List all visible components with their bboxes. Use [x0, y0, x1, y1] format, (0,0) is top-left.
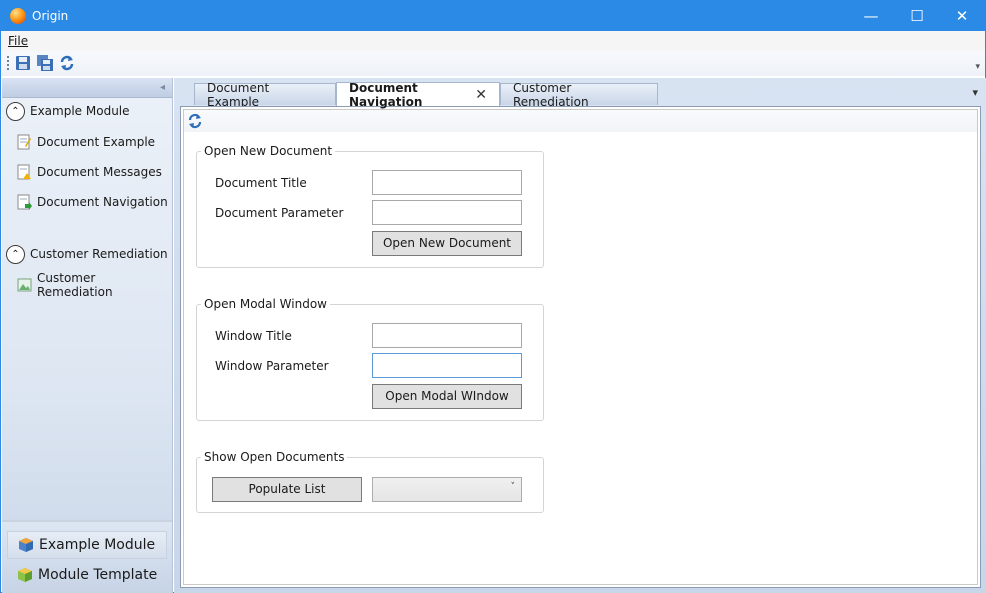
open-modal-window-button[interactable]: Open Modal WIndow — [372, 384, 522, 409]
tab-customer-remediation[interactable]: Customer Remediation — [500, 81, 658, 109]
title-bar: Origin — ☐ ✕ — [1, 1, 985, 31]
close-button[interactable]: ✕ — [939, 1, 985, 31]
document-area: Document Example Document Navigation ✕ C… — [174, 78, 986, 593]
menu-file[interactable]: File — [8, 34, 28, 48]
sidebar-item-document-example[interactable]: Document Example — [17, 133, 155, 151]
tab-label: Document Navigation — [349, 80, 423, 109]
module-switcher: Example Module Module Template — [2, 520, 172, 593]
save-icon[interactable] — [14, 54, 32, 72]
app-window: Origin — ☐ ✕ File ▾ ◂ ⌃ Example Module D… — [0, 0, 986, 593]
document-panel: Open New Document Document Title Documen… — [180, 106, 981, 588]
tab-label: Document Example — [207, 80, 270, 109]
collapse-sidebar-icon[interactable]: ◂ — [160, 82, 165, 93]
tab-overflow-icon[interactable]: ▾ — [972, 86, 978, 99]
refresh-icon[interactable] — [58, 54, 76, 72]
window-parameter-label: Window Parameter — [215, 359, 329, 373]
group-label: Example Module — [30, 104, 130, 118]
document-edit-icon — [17, 134, 32, 150]
module-module-template[interactable]: Module Template — [7, 561, 167, 589]
sidebar-item-label: Customer Remediation — [37, 271, 113, 299]
sidebar-item-label: Document Navigation — [37, 195, 168, 209]
sidebar-item-document-navigation[interactable]: Document Navigation — [17, 193, 168, 211]
window-title: Origin — [32, 9, 69, 23]
module-example-module[interactable]: Example Module — [7, 531, 167, 559]
sidebar-item-label: Document Messages — [37, 165, 162, 179]
toolbar-overflow-icon[interactable]: ▾ — [975, 62, 980, 72]
cube-blue-icon — [18, 537, 34, 553]
main-toolbar: ▾ — [1, 51, 985, 76]
document-title-input[interactable] — [372, 170, 522, 195]
sidebar-header: ◂ — [2, 78, 172, 98]
toolbar-grip[interactable] — [7, 56, 9, 70]
chevron-up-icon[interactable]: ⌃ — [6, 244, 25, 264]
sidebar: ◂ ⌃ Example Module Document Example Docu… — [2, 78, 173, 593]
group-legend: Open New Document — [204, 144, 333, 158]
close-tab-icon[interactable]: ✕ — [475, 87, 487, 103]
document-content: Open New Document Document Title Documen… — [183, 109, 978, 585]
sidebar-item-customer-remediation[interactable]: Customer Remediation — [17, 271, 172, 299]
document-parameter-input[interactable] — [372, 200, 522, 225]
minimize-button[interactable]: — — [848, 1, 894, 31]
sidebar-item-label: Document Example — [37, 135, 156, 149]
document-toolbar — [184, 110, 977, 132]
document-navigate-icon — [17, 194, 32, 210]
window-title-input[interactable] — [372, 323, 522, 348]
populate-list-button[interactable]: Populate List — [212, 477, 362, 502]
tab-label: Customer Remediation — [513, 80, 589, 109]
group-customer-remediation[interactable]: ⌃ Customer Remediation — [6, 244, 168, 264]
group-example-module[interactable]: ⌃ Example Module — [6, 101, 130, 121]
document-parameter-label: Document Parameter — [215, 206, 344, 220]
refresh-icon[interactable] — [187, 113, 203, 129]
open-new-document-button[interactable]: Open New Document — [372, 231, 522, 256]
save-all-icon[interactable] — [36, 54, 54, 72]
window-parameter-input[interactable] — [372, 353, 522, 378]
window-title-label: Window Title — [215, 329, 292, 343]
module-label: Example Module — [39, 537, 156, 553]
open-documents-dropdown[interactable]: ˅ — [372, 477, 522, 502]
sidebar-item-document-messages[interactable]: Document Messages — [17, 163, 162, 181]
tab-document-example[interactable]: Document Example — [194, 81, 336, 109]
app-logo-icon — [10, 8, 26, 24]
cube-green-icon — [17, 567, 33, 583]
tab-document-navigation[interactable]: Document Navigation ✕ — [336, 80, 500, 109]
maximize-button[interactable]: ☐ — [894, 1, 940, 31]
document-title-label: Document Title — [215, 176, 307, 190]
menu-bar: File — [1, 31, 985, 51]
document-warning-icon — [17, 164, 32, 180]
group-label: Customer Remediation — [30, 247, 168, 261]
module-label: Module Template — [38, 567, 158, 583]
chevron-up-icon[interactable]: ⌃ — [6, 101, 25, 121]
chevron-down-icon: ˅ — [510, 482, 516, 492]
group-legend: Show Open Documents — [204, 450, 345, 464]
image-document-icon — [17, 277, 32, 293]
group-legend: Open Modal Window — [204, 297, 327, 311]
